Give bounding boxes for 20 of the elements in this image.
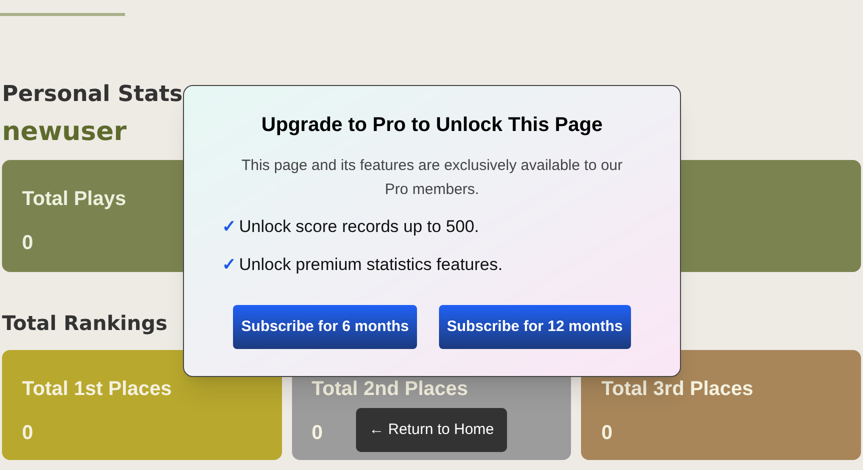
username: newuser	[2, 116, 127, 149]
section-heading: Total Rankings	[2, 310, 168, 337]
feature-text: Unlock score records up to 500.	[239, 216, 480, 238]
stat-value: 0	[22, 231, 34, 256]
dialog-description: This page and its features are exclusively available to our Pro members.	[240, 156, 624, 200]
subscribe-button[interactable]: Subscribe for 6 months	[233, 305, 417, 349]
return-home-button[interactable]: ← Return to Home	[356, 408, 507, 452]
section-heading: Personal Stats	[2, 81, 183, 109]
stat-label: Total 3rd Places	[601, 377, 754, 402]
feature-text: Unlock premium statistics features.	[239, 254, 503, 276]
subscribe-button[interactable]: Subscribe for 12 months	[438, 305, 631, 349]
stat-value: 0	[601, 421, 612, 446]
dialog-title: Upgrade to Pro to Unlock This Page	[261, 113, 603, 138]
checkmark: ✓	[222, 254, 236, 276]
stat-value: 0	[22, 421, 34, 446]
stat-value: 0	[312, 421, 323, 446]
checkmark: ✓	[222, 216, 236, 238]
stat-label: Total 2nd Places	[312, 377, 468, 402]
stat-label: Total Plays	[22, 187, 126, 212]
stat-label: Total 1st Places	[22, 377, 172, 402]
